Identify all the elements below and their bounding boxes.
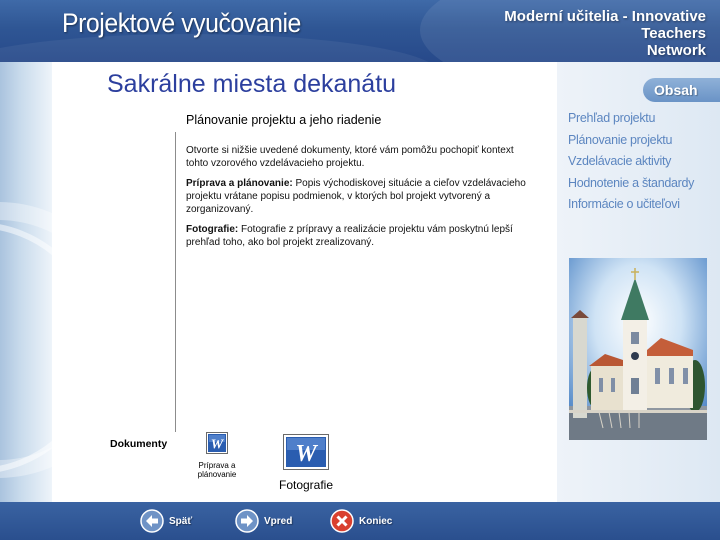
priprava-paragraph: Príprava a plánovanie: Popis východiskov…: [186, 177, 526, 216]
svg-text:W: W: [211, 438, 225, 453]
next-label[interactable]: Vpred: [264, 516, 292, 527]
close-icon[interactable]: [330, 509, 354, 533]
sidebar-nav: Prehľad projektu Plánovanie projektu Vzd…: [568, 108, 718, 216]
sidebar-item-hodnotenie-a-standardy[interactable]: Hodnotenie a štandardy: [568, 173, 718, 195]
page-title: Sakrálne miesta dekanátu: [107, 70, 397, 98]
sidebar-item-vzdelavacie-aktivity[interactable]: Vzdelávacie aktivity: [568, 151, 718, 173]
document-priprava[interactable]: W Príprava a plánovanie: [193, 432, 241, 479]
site-title: Projektové vyučovanie: [62, 8, 301, 38]
document-priprava-label[interactable]: Príprava a plánovanie: [193, 461, 241, 479]
document-fotografie-label[interactable]: Fotografie: [266, 478, 346, 492]
priprava-label: Príprava a plánovanie:: [186, 178, 293, 189]
back-button[interactable]: Späť: [140, 509, 192, 533]
foto-paragraph: Fotografie: Fotografie z prípravy a real…: [186, 223, 526, 249]
documents-label: Dokumenty: [110, 438, 168, 450]
intro-paragraph: Otvorte si nižšie uvedené dokumenty, kto…: [186, 145, 514, 169]
network-logo-text: Moderní učitelia - Innovative Teachers N…: [504, 8, 706, 59]
network-line: Teachers: [641, 25, 706, 42]
divider: [175, 132, 176, 432]
header-banner: Projektové vyučovanie Moderní učitelia -…: [0, 0, 720, 62]
decorative-arc: [0, 222, 52, 474]
network-line: Moderní učitelia - Innovative: [504, 8, 706, 25]
back-label[interactable]: Späť: [169, 516, 192, 527]
network-line: Network: [646, 42, 706, 59]
arrow-left-icon[interactable]: [140, 509, 164, 533]
word-document-icon[interactable]: W: [206, 432, 228, 459]
next-button[interactable]: Vpred: [235, 509, 292, 533]
document-fotografie[interactable]: W Fotografie: [266, 434, 346, 492]
foto-label: Fotografie:: [186, 224, 239, 235]
word-document-icon[interactable]: W: [283, 434, 329, 475]
sidebar-item-informacie-o-ucitelovi[interactable]: Informácie o učiteľovi: [568, 194, 718, 216]
end-button[interactable]: Koniec: [330, 509, 392, 533]
sidebar-item-planovanie-projektu[interactable]: Plánovanie projektu: [568, 130, 718, 152]
end-label[interactable]: Koniec: [359, 516, 392, 527]
left-decorative-strip: [0, 62, 52, 502]
sidebar-tab-obsah: Obsah: [643, 78, 720, 102]
sidebar-item-prehlad-projektu[interactable]: Prehľad projektu: [568, 108, 718, 130]
church-photo: [569, 258, 707, 440]
svg-text:W: W: [295, 441, 318, 467]
footer-bar: Späť Vpred Koniec: [0, 502, 720, 540]
arrow-right-icon[interactable]: [235, 509, 259, 533]
section-heading: Plánovanie projektu a jeho riadenie: [186, 113, 382, 127]
